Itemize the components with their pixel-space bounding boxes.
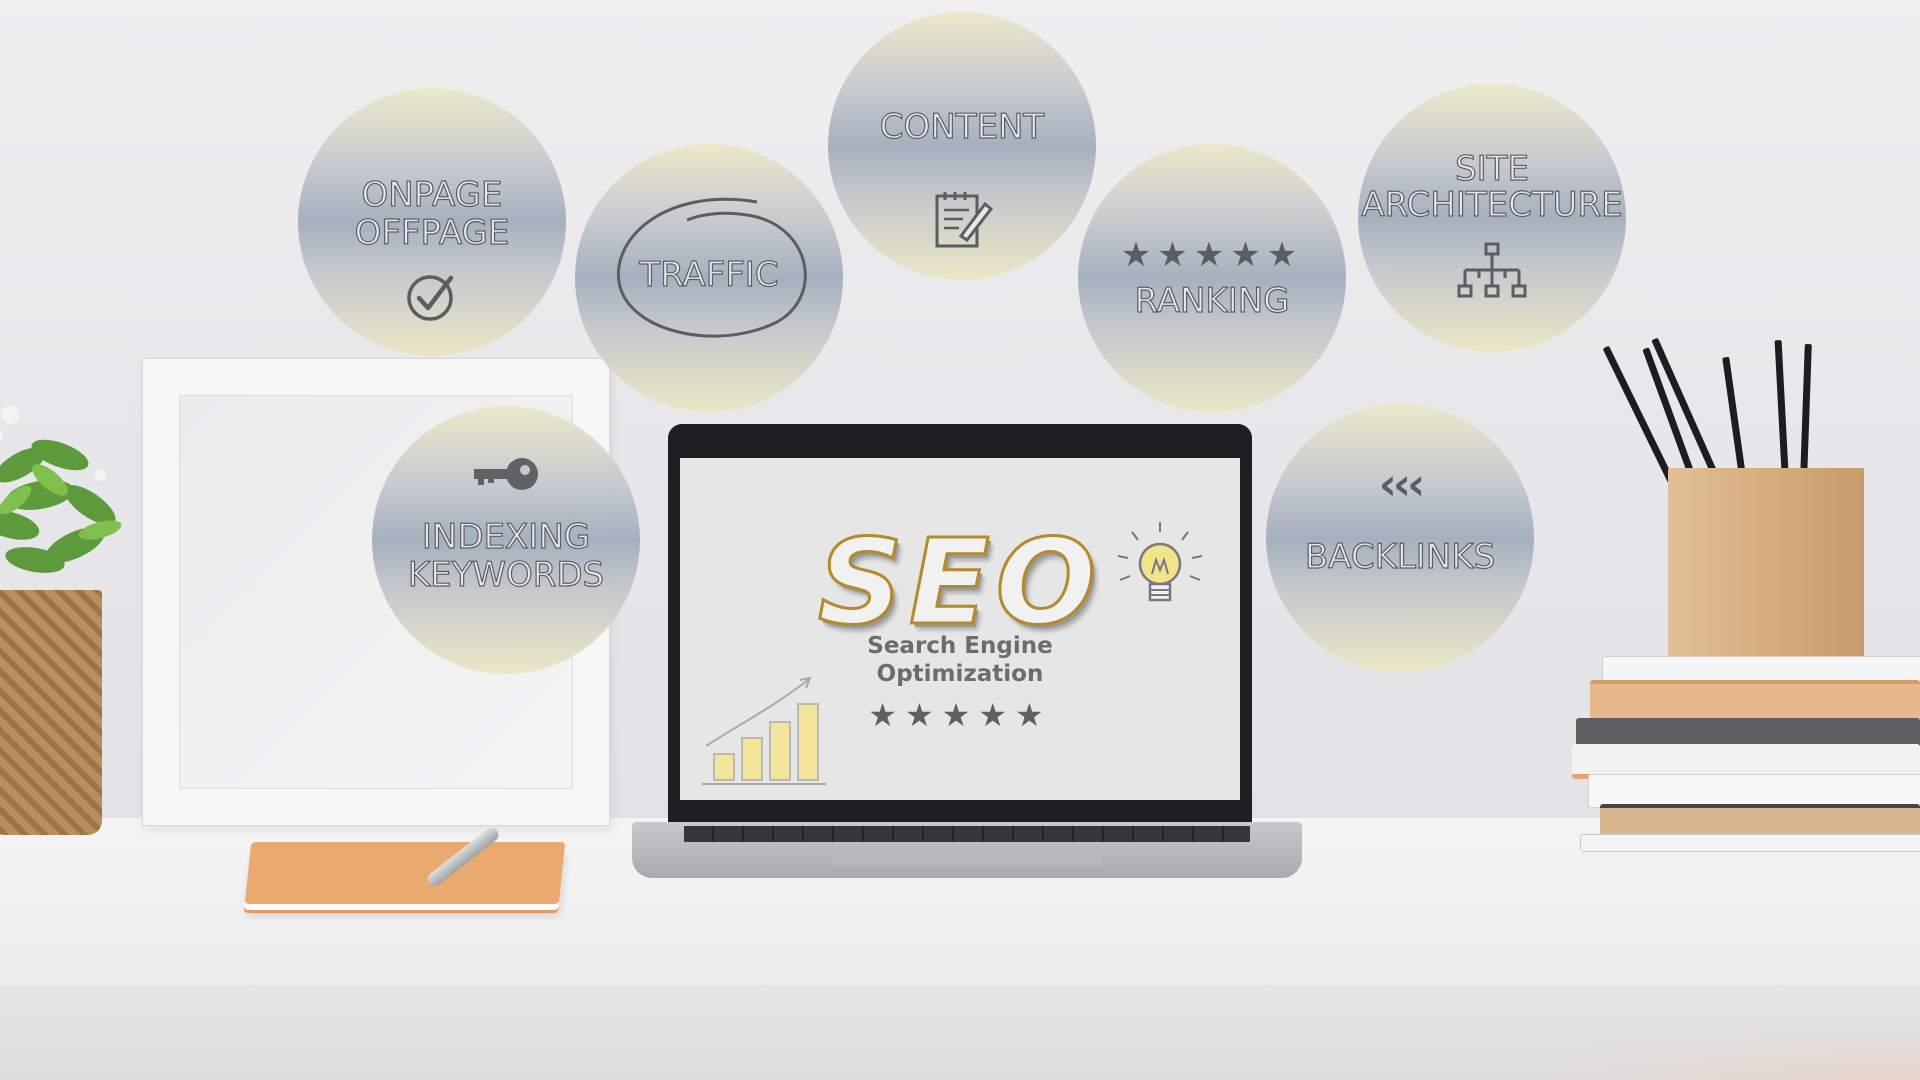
wooden-pencil-holder bbox=[1668, 468, 1864, 664]
book bbox=[1580, 834, 1920, 852]
notepad-pencil-icon bbox=[935, 192, 993, 248]
bubble-indexing-line1: INDEXING bbox=[421, 517, 591, 557]
orange-notebook bbox=[244, 842, 566, 904]
laptop-display: SEO Search Engine Optimization ★★★★★ bbox=[668, 424, 1252, 822]
laptop-base bbox=[632, 822, 1302, 878]
bubble-onpage-line2: OFFPAGE bbox=[354, 213, 510, 253]
desk-shadow bbox=[1500, 1020, 1920, 1080]
laptop-keyboard bbox=[684, 826, 1250, 842]
bubble-onpage-line1: ONPAGE bbox=[361, 175, 503, 215]
bubble-indexing-keywords: INDEXING KEYWORDS bbox=[372, 406, 640, 674]
ranking-stars: ★★★★★ bbox=[1120, 235, 1304, 275]
wicker-plant-pot bbox=[0, 590, 102, 835]
laptop-screen-content: SEO Search Engine Optimization ★★★★★ bbox=[680, 458, 1240, 800]
bubble-ranking: ★★★★★ RANKING bbox=[1078, 144, 1346, 412]
checkmark-icon bbox=[407, 275, 454, 321]
bubble-content-label: CONTENT bbox=[879, 107, 1045, 147]
plant-leaves bbox=[0, 406, 122, 573]
laptop-trackpad bbox=[832, 846, 1102, 866]
bubble-content: CONTENT bbox=[828, 12, 1096, 280]
bubble-indexing-line2: KEYWORDS bbox=[407, 555, 605, 595]
bubble-traffic: TRAFFIC bbox=[575, 144, 843, 412]
bubble-traffic-label: TRAFFIC bbox=[639, 255, 779, 295]
bubble-backlinks-label: BACKLINKS bbox=[1304, 537, 1496, 577]
bubble-site-architecture: SITE ARCHITECTURE bbox=[1358, 84, 1626, 352]
bubble-backlinks: ‹‹‹ BACKLINKS bbox=[1266, 404, 1534, 672]
seo-subtitle-line1: Search Engine bbox=[867, 633, 1053, 659]
bubble-site-line1: SITE bbox=[1454, 149, 1529, 189]
bubble-ranking-label: RANKING bbox=[1134, 281, 1290, 321]
key-icon bbox=[474, 458, 538, 490]
book bbox=[1588, 774, 1920, 808]
backlinks-arrows-icon: ‹‹‹ bbox=[1378, 459, 1425, 510]
bubble-onpage-offpage: ONPAGE OFFPAGE bbox=[298, 88, 566, 356]
sitemap-icon bbox=[1457, 242, 1527, 298]
growth-chart-icon bbox=[702, 676, 826, 785]
lightbulb-icon bbox=[1117, 522, 1203, 602]
bubble-site-line2: ARCHITECTURE bbox=[1361, 185, 1623, 225]
